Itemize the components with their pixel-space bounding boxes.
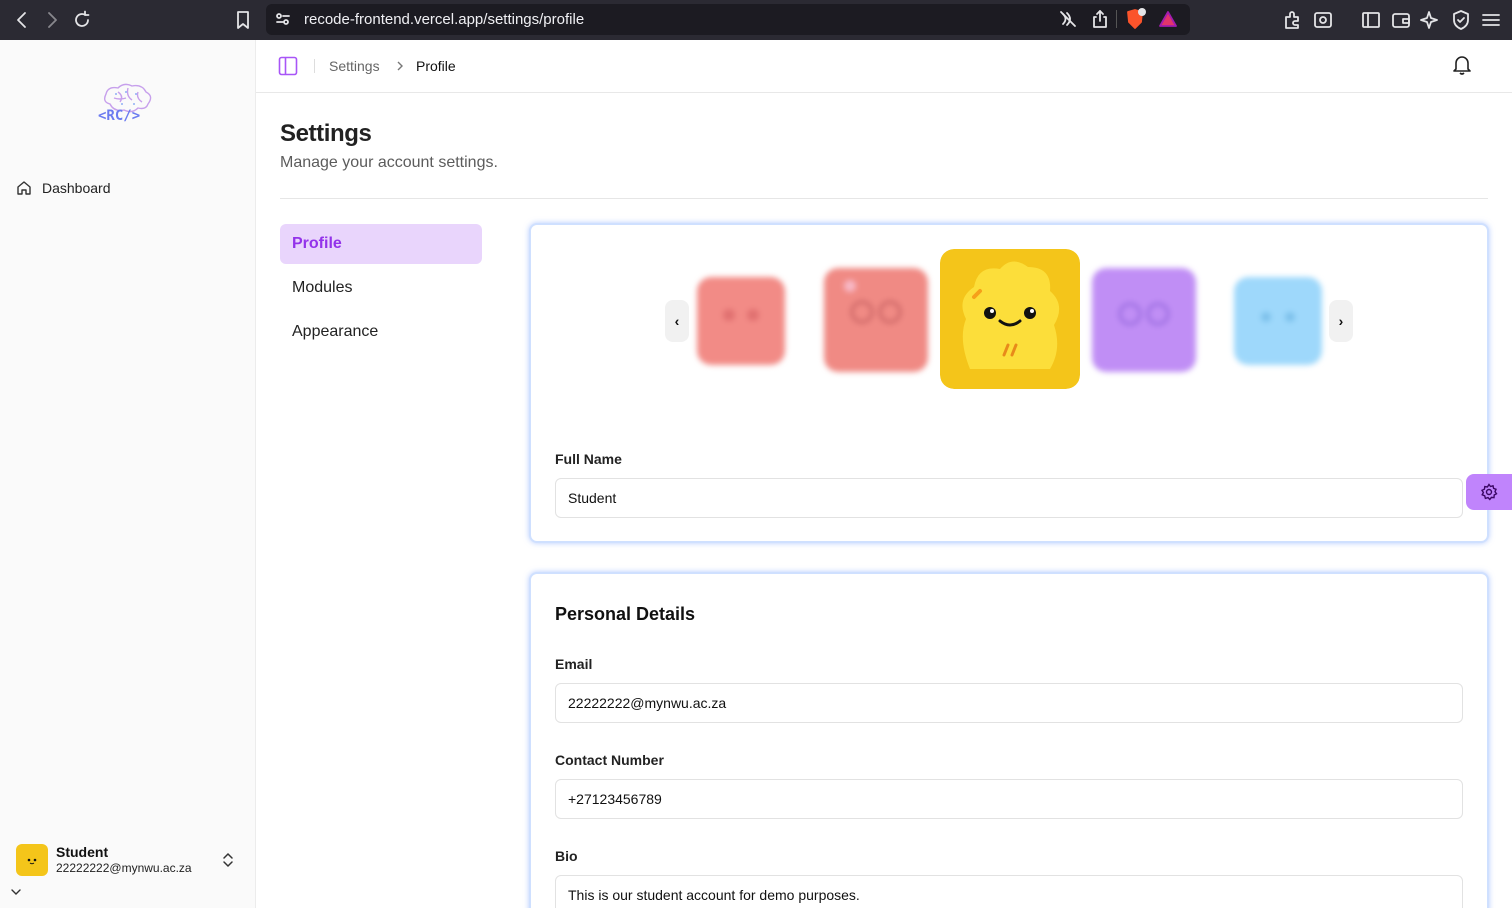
personal-details-card: Personal Details Email 22222222@mynwu.ac…: [529, 572, 1489, 908]
settings-nav-modules[interactable]: Modules: [280, 268, 482, 308]
carousel-prev-button[interactable]: ‹: [665, 300, 689, 342]
url-text[interactable]: recode-frontend.vercel.app/settings/prof…: [304, 11, 584, 28]
address-bar[interactable]: recode-frontend.vercel.app/settings/prof…: [266, 4, 1190, 35]
vpn-shield-icon[interactable]: [1450, 9, 1472, 31]
bio-label: Bio: [555, 848, 578, 864]
home-icon: [17, 181, 31, 195]
sidebar-item-dashboard[interactable]: Dashboard: [12, 176, 244, 200]
avatar-option-2[interactable]: [824, 268, 928, 372]
user-email: 22222222@mynwu.ac.za: [56, 861, 192, 875]
user-name: Student: [56, 844, 109, 860]
settings-nav: Profile Modules Appearance: [280, 224, 482, 356]
forward-icon[interactable]: [40, 8, 64, 32]
site-settings-icon[interactable]: [274, 10, 292, 28]
browser-toolbar: recode-frontend.vercel.app/settings/prof…: [0, 0, 1512, 40]
full-name-input[interactable]: Student: [555, 478, 1463, 518]
divider: [314, 59, 315, 73]
bookmark-icon[interactable]: [231, 8, 255, 32]
bell-icon[interactable]: [1452, 54, 1472, 76]
sidebar-toggle-icon[interactable]: [278, 56, 298, 76]
email-label: Email: [555, 656, 593, 672]
back-icon[interactable]: [10, 8, 34, 32]
avatar: [16, 844, 48, 876]
page-subtitle: Manage your account settings.: [280, 154, 498, 171]
breadcrumb-settings[interactable]: Settings: [329, 58, 380, 74]
top-bar: Settings Profile: [256, 40, 1512, 93]
share-icon[interactable]: [1090, 9, 1110, 29]
sidebar: <RC/> Dashboard Student 22222222@mynwu.a…: [0, 40, 256, 908]
carousel-next-button[interactable]: ›: [1329, 300, 1353, 342]
wallet-icon[interactable]: [1390, 9, 1412, 31]
chevrons-up-down-icon[interactable]: [220, 850, 236, 870]
settings-nav-profile[interactable]: Profile: [280, 224, 482, 264]
divider: [280, 198, 1488, 199]
gear-icon: [1480, 483, 1498, 501]
logo-text: <RC/>: [98, 108, 141, 124]
leo-ai-icon[interactable]: [1420, 9, 1442, 31]
profile-card: ‹ › Full Name Student: [529, 223, 1489, 543]
urlbar-divider: [1116, 10, 1117, 28]
card-title: Personal Details: [555, 604, 696, 624]
sidebar-item-label: Dashboard: [42, 180, 111, 196]
bio-textarea[interactable]: This is our student account for demo pur…: [555, 875, 1463, 908]
avatar-option-5[interactable]: [1234, 277, 1322, 365]
user-menu[interactable]: Student 22222222@mynwu.ac.za: [16, 842, 248, 878]
yellow-monster-avatar-icon: [27, 858, 37, 865]
full-name-label: Full Name: [555, 451, 622, 467]
sidebar-panel-icon[interactable]: [1360, 9, 1382, 31]
reader-off-icon[interactable]: [1058, 9, 1078, 29]
settings-fab-button[interactable]: [1466, 474, 1512, 510]
chevron-down-icon[interactable]: [10, 886, 22, 898]
email-field[interactable]: 22222222@mynwu.ac.za: [555, 683, 1463, 723]
brave-shield-icon[interactable]: [1124, 8, 1146, 30]
menu-icon[interactable]: [1480, 9, 1502, 31]
avatar-option-selected[interactable]: [940, 249, 1080, 389]
breadcrumb-profile: Profile: [416, 58, 456, 74]
chevron-right-icon: [397, 61, 403, 71]
avatar-option-4[interactable]: [1092, 268, 1196, 372]
reload-icon[interactable]: [70, 8, 94, 32]
extensions-icon[interactable]: [1282, 9, 1304, 31]
page-title: Settings: [280, 120, 372, 147]
contact-number-label: Contact Number: [555, 752, 664, 768]
contact-number-field[interactable]: +27123456789: [555, 779, 1463, 819]
reader-mode-icon[interactable]: [1312, 9, 1334, 31]
brave-rewards-icon[interactable]: [1158, 9, 1178, 29]
settings-nav-appearance[interactable]: Appearance: [280, 312, 482, 352]
avatar-option-1[interactable]: [697, 277, 785, 365]
